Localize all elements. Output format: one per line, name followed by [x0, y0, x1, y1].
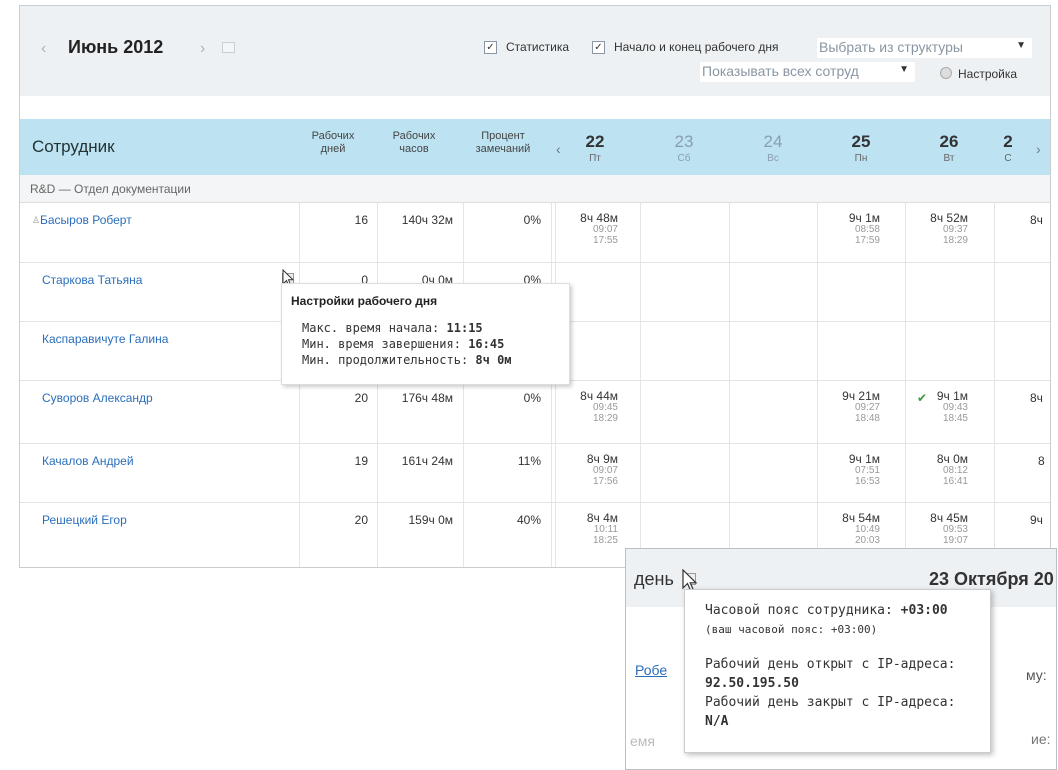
day-cell-26[interactable]: 8ч 45м 09:53 19:07 — [918, 512, 968, 546]
employee-name-link[interactable]: Решецкий Егор — [42, 513, 127, 527]
your-timezone-line: (ваш часовой пояс: +03:00) — [705, 623, 878, 636]
percent-value: 11% — [517, 454, 541, 468]
workhours-value: 159ч 0м — [408, 513, 453, 527]
structure-select[interactable]: Выбрать из структуры ▼ — [817, 38, 1032, 58]
opened-ip-value: 92.50.195.50 — [705, 676, 799, 691]
day-cell-22[interactable]: 8ч 9м 09:07 17:56 — [568, 453, 618, 487]
closed-ip-value: N/A — [705, 714, 729, 729]
percent-column-header: Процент замечаний — [475, 130, 531, 155]
next-month-button[interactable]: › — [200, 40, 205, 58]
prev-month-button[interactable]: ‹ — [41, 40, 46, 58]
day-cell-22[interactable]: 8ч 4м 10:11 18:25 — [568, 512, 618, 546]
day-cell-25[interactable]: 9ч 21м 09:27 18:48 — [830, 390, 880, 424]
timezone-tooltip: Часовой пояс сотрудника: +03:00 (ваш час… — [684, 589, 991, 753]
employee-name-link[interactable]: Старкова Татьяна — [42, 273, 142, 287]
day-cell-27[interactable]: 8ч — [1030, 391, 1043, 405]
day-cell-27[interactable]: 9ч — [1030, 513, 1043, 527]
day-cell-22[interactable]: 8ч 48м 09:07 17:55 — [568, 212, 618, 246]
table-row: ♙ Басыров Роберт 16 140ч 32м 0% 8ч 48м 09… — [20, 203, 1050, 263]
tooltip-title: Настройки рабочего дня — [291, 294, 438, 308]
statistics-label: Статистика — [506, 40, 570, 54]
percent-value: 0% — [523, 391, 541, 405]
gear-icon — [940, 67, 952, 79]
employee-link[interactable]: Робе — [635, 662, 667, 678]
chevron-down-icon: ▼ — [899, 64, 909, 75]
min-duration-line: Мин. продолжительность: 8ч 0м — [302, 353, 512, 367]
day-header-23: 23 Сб — [674, 132, 694, 164]
day-header-24: 24 Вс — [763, 132, 783, 164]
day-cell-27[interactable]: 8 — [1038, 454, 1045, 468]
opened-ip-label: Рабочий день открыт с IP-адреса: — [705, 657, 956, 672]
workday-settings-tooltip: Настройки рабочего дня Макс. время начал… — [281, 283, 570, 385]
settings-link[interactable]: Настройка — [940, 67, 1017, 81]
workhours-value: 140ч 32м — [401, 213, 453, 227]
table-row: Качалов Андрей 19 161ч 24м 11% 8ч 9м 09:0… — [20, 444, 1050, 503]
workhours-value: 161ч 24м — [401, 454, 453, 468]
workdays-value: 20 — [354, 513, 368, 527]
chevron-down-icon: ▼ — [1016, 40, 1026, 51]
day-cell-26[interactable]: 8ч 0м 08:12 16:41 — [918, 453, 968, 487]
day-cell-22[interactable]: 8ч 44м 09:45 18:29 — [568, 390, 618, 424]
closed-ip-label: Рабочий день закрыт с IP-адреса: — [705, 695, 956, 710]
calendar-icon[interactable] — [222, 42, 235, 53]
table-row: Суворов Александр 20 176ч 48м 0% 8ч 44м 0… — [20, 381, 1050, 444]
days-next-button[interactable]: › — [1036, 141, 1041, 157]
employee-name-link[interactable]: Каспаравичуте Галина — [42, 332, 168, 346]
table-header: Сотрудник Рабочих дней Рабочих часов Проце… — [20, 119, 1050, 175]
statistics-checkbox[interactable]: ✓ — [484, 41, 497, 54]
employees-select-value: Показывать всех сотруд — [702, 63, 859, 79]
detail-date: 23 Октября 20 — [929, 569, 1054, 589]
employee-name-link[interactable]: Качалов Андрей — [42, 454, 134, 468]
settings-label: Настройка — [958, 67, 1018, 81]
day-cell-26[interactable]: 8ч 52м 09:37 18:29 — [918, 212, 968, 246]
day-header-26: 26 Вт — [939, 132, 959, 164]
day-cell-26[interactable]: 9ч 1м 09:43 18:45 — [918, 390, 968, 424]
daybounds-label: Начало и конец рабочего дня — [614, 40, 779, 54]
month-title: Июнь 2012 — [68, 37, 164, 57]
day-cell-27[interactable]: 8ч — [1030, 213, 1043, 227]
min-end-line: Мин. время завершения: 16:45 — [302, 337, 505, 351]
person-icon: ♙ — [32, 215, 41, 225]
employee-name-link[interactable]: Суворов Александр — [42, 391, 153, 405]
employee-column-header: Сотрудник — [32, 137, 115, 156]
department-row: R&D — Отдел документации — [20, 175, 1050, 203]
employee-timezone-line: Часовой пояс сотрудника: +03:00 — [705, 603, 948, 618]
workhours-column-header: Рабочих часов — [392, 130, 436, 155]
employee-name-link[interactable]: Басыров Роберт — [40, 213, 132, 227]
workdays-column-header: Рабочих дней — [311, 130, 355, 155]
day-label: день — [634, 569, 674, 589]
detail-right-bottom-text: ие: — [1031, 731, 1051, 747]
day-header-27: 2С — [1003, 132, 1013, 164]
workdays-value: 16 — [354, 213, 368, 227]
daybounds-checkbox[interactable]: ✓ — [592, 41, 605, 54]
max-start-line: Макс. время начала: 11:15 — [302, 321, 483, 335]
detail-left-text: емя — [630, 733, 655, 749]
workdays-value: 20 — [354, 391, 368, 405]
workhours-value: 176ч 48м — [401, 391, 453, 405]
day-cell-25[interactable]: 8ч 54м 10:49 20:03 — [830, 512, 880, 546]
day-cell-25[interactable]: 9ч 1м 08:58 17:59 — [830, 212, 880, 246]
day-cell-25[interactable]: 9ч 1м 07:51 16:53 — [830, 453, 880, 487]
toolbar: ‹ Июнь 2012 › ✓ Статистика ✓ Начало и ко… — [20, 6, 1050, 96]
department-label: R&D — Отдел документации — [30, 182, 191, 196]
percent-value: 0% — [523, 213, 541, 227]
day-header-25: 25 Пн — [851, 132, 871, 164]
detail-right-text: му: — [1026, 667, 1047, 683]
structure-select-value: Выбрать из структуры — [819, 39, 963, 55]
workdays-value: 19 — [354, 454, 368, 468]
employees-select[interactable]: Показывать всех сотруд ▼ — [700, 62, 915, 82]
percent-value: 40% — [516, 513, 541, 527]
day-header-22: 22 Пт — [585, 132, 605, 164]
